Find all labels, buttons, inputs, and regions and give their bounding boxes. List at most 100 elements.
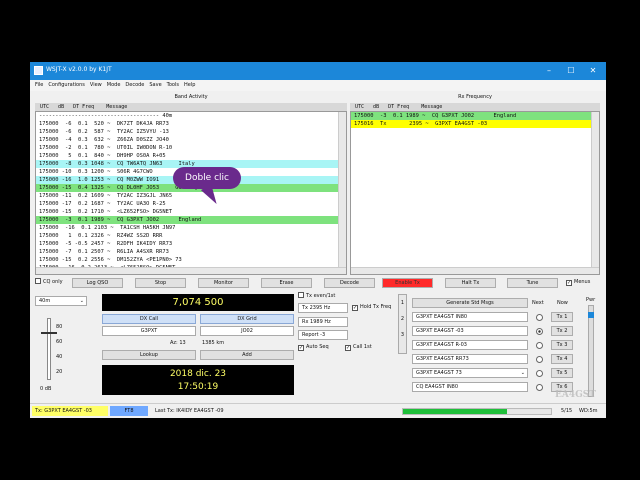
band-activity-columns: UTC dB DT Freq Message — [35, 103, 347, 111]
band-activity-pane[interactable]: ------------------------------------- 40… — [35, 111, 347, 275]
tx6-message[interactable]: CQ EA4GST IN80 — [412, 382, 528, 392]
signal-meter: 80 60 40 20 0 dB — [38, 314, 78, 394]
call-1st-checkbox[interactable]: ✓ Call 1st — [345, 343, 372, 352]
menu-file[interactable]: File — [35, 80, 43, 91]
menu-configurations[interactable]: Configurations — [48, 80, 85, 91]
tune-button[interactable]: Tune — [507, 278, 558, 288]
tx1-next-radio[interactable] — [536, 314, 543, 321]
status-wd: WD:5m — [579, 408, 598, 414]
meter-level — [41, 332, 57, 334]
tx2-button[interactable]: Tx 2 — [551, 326, 573, 336]
stop-button[interactable]: Stop — [135, 278, 186, 288]
band-activity-hscrollbar[interactable] — [36, 267, 346, 274]
band-line[interactable]: ------------------------------------- 40… — [36, 112, 346, 120]
azimuth-readout: Az: 13 — [170, 340, 186, 346]
monitor-button[interactable]: Monitor — [198, 278, 249, 288]
band-line[interactable]: 175000 -6 0.2 587 ~ TY2AC IZ5VYU -13 — [36, 128, 346, 136]
menu-decode[interactable]: Decode — [125, 80, 144, 91]
menu-tools[interactable]: Tools — [167, 80, 179, 91]
band-activity-scrollbar[interactable] — [338, 112, 346, 268]
rx-frequency-scrollbar[interactable] — [591, 112, 599, 268]
band-line[interactable]: 175000 -7 0.1 2507 ~ R6LIA A4SXR RR73 — [36, 248, 346, 256]
menu-mode[interactable]: Mode — [107, 80, 121, 91]
report-spinbox[interactable]: Report -3 — [298, 330, 348, 340]
tx1-message[interactable]: G3PXT EA4GST IN80 — [412, 312, 528, 322]
band-line[interactable]: 175000 -15 0.2 2556 ~ DM152ZYA <PE1PN0> … — [36, 256, 346, 264]
lookup-button[interactable]: Lookup — [102, 350, 196, 360]
tx2-next-radio[interactable] — [536, 328, 543, 335]
status-progress-fill — [403, 409, 507, 414]
window-title: WSJT-X v2.0.0 by K1JT — [46, 66, 112, 73]
call-1st-box[interactable]: ✓ — [345, 345, 351, 351]
tx5-message[interactable]: G3PXT EA4GST 73 ⌄ — [412, 368, 528, 378]
add-button[interactable]: Add — [200, 350, 294, 360]
tx3-message[interactable]: G3PXT EA4GST R-03 — [412, 340, 528, 350]
meter-tick-80: 80 — [56, 324, 63, 330]
pwr-slider-handle[interactable] — [588, 312, 594, 318]
tab-2[interactable]: 2 — [399, 311, 406, 327]
menu-view[interactable]: View — [90, 80, 102, 91]
halt-tx-button[interactable]: Halt Tx — [445, 278, 496, 288]
enable-tx-button[interactable]: Enable Tx — [382, 278, 433, 288]
dx-grid-input[interactable]: JO02 — [200, 326, 294, 336]
dx-call-input[interactable]: G3PXT — [102, 326, 196, 336]
menu-help[interactable]: Help — [184, 80, 195, 91]
tab-1[interactable]: 1 — [399, 295, 406, 311]
band-line[interactable]: 175000 -5 -0.5 2457 ~ R2DFH IK4IDY RR73 — [36, 240, 346, 248]
band-line[interactable]: 175000 -16 0.1 2103 ~ TA1CSH HA5KH JN97 — [36, 224, 346, 232]
now-column-label: Now — [557, 300, 568, 306]
hold-tx-freq-label: Hold Tx Freq — [360, 304, 392, 310]
tx5-button[interactable]: Tx 5 — [551, 368, 573, 378]
menus-box[interactable]: ✓ — [566, 280, 572, 286]
auto-seq-box[interactable]: ✓ — [298, 345, 304, 351]
call-1st-label: Call 1st — [353, 344, 372, 350]
band-line[interactable]: 175000 1 0.1 2326 ~ RZ4WZ SS2D RRR — [36, 232, 346, 240]
menus-checkbox[interactable]: ✓ Menus — [566, 278, 590, 287]
band-select[interactable]: 40m ⌄ — [35, 296, 87, 306]
band-line[interactable]: 175000 -3 0.1 1989 ~ CQ G3PXT JO02 Engla… — [36, 216, 346, 224]
log-qso-button[interactable]: Log QSO — [72, 278, 123, 288]
tx5-next-radio[interactable] — [536, 370, 543, 377]
tx4-button[interactable]: Tx 4 — [551, 354, 573, 364]
pwr-slider[interactable] — [588, 305, 594, 397]
tx4-message[interactable]: G3PXT EA4GST RR73 — [412, 354, 528, 364]
band-line[interactable]: 175000 -15 0.2 1710 ~ <LZ652FSO> DG5NET — [36, 208, 346, 216]
cq-only-checkbox[interactable]: CQ only — [35, 278, 63, 287]
tx3-next-radio[interactable] — [536, 342, 543, 349]
erase-button[interactable]: Erase — [261, 278, 312, 288]
meter-tick-60: 60 — [56, 339, 63, 345]
band-line[interactable]: 175000 -6 0.1 520 ~ DK7ZT DK4JA RR73 — [36, 120, 346, 128]
auto-seq-label: Auto Seq — [306, 344, 329, 350]
tx-even-checkbox[interactable]: Tx even/1st — [298, 292, 335, 301]
rx-freq-spinbox[interactable]: Rx 1989 Hz — [298, 317, 348, 327]
menu-save[interactable]: Save — [149, 80, 161, 91]
rx-frequency-pane[interactable]: 175000 -3 0.1 1989 ~ CQ G3PXT JO02 Engla… — [350, 111, 600, 275]
tx-freq-spinbox[interactable]: Tx 2395 Hz — [298, 303, 348, 313]
band-line[interactable]: 175000 -4 0.3 632 ~ Z66ZA D0SZZ JO40 — [36, 136, 346, 144]
status-count: 5/15 — [561, 408, 573, 414]
band-line[interactable]: 175000 5 0.1 840 ~ DH9HP OS0A R+05 — [36, 152, 346, 160]
generate-std-msgs-button[interactable]: Generate Std Msgs — [412, 298, 528, 308]
close-button[interactable]: ✕ — [582, 64, 604, 78]
band-line[interactable]: 175000 -17 0.2 1687 ~ TY2AC UA3O R-25 — [36, 200, 346, 208]
rx-line[interactable]: 175016 Tx 2395 ~ G3PXT EA4GST -03 — [351, 120, 599, 128]
tx4-next-radio[interactable] — [536, 356, 543, 363]
rx-line[interactable]: 175000 -3 0.1 1989 ~ CQ G3PXT JO02 Engla… — [351, 112, 599, 120]
cq-only-box[interactable] — [35, 278, 41, 284]
tx2-message[interactable]: G3PXT EA4GST -03 — [412, 326, 528, 336]
tab-3[interactable]: 3 — [399, 327, 406, 343]
rx-frequency-hscrollbar[interactable] — [351, 267, 599, 274]
tx-even-box[interactable] — [298, 292, 304, 298]
tx1-button[interactable]: Tx 1 — [551, 312, 573, 322]
minimize-button[interactable]: – — [538, 64, 560, 78]
tx3-button[interactable]: Tx 3 — [551, 340, 573, 350]
decode-button[interactable]: Decode — [324, 278, 375, 288]
tx6-next-radio[interactable] — [536, 384, 543, 391]
hold-tx-freq-box[interactable]: ✓ — [352, 305, 358, 311]
hold-tx-freq-checkbox[interactable]: ✓ Hold Tx Freq — [352, 303, 391, 312]
chevron-down-icon: ⌄ — [79, 298, 84, 304]
band-line[interactable]: 175000 -2 0.1 780 ~ UT0IL IW0DON R-10 — [36, 144, 346, 152]
maximize-button[interactable]: ☐ — [560, 64, 582, 78]
auto-seq-checkbox[interactable]: ✓ Auto Seq — [298, 343, 329, 352]
band-line[interactable]: 175000 -11 0.2 1609 ~ TY2AC IZ3GJL JN65 — [36, 192, 346, 200]
